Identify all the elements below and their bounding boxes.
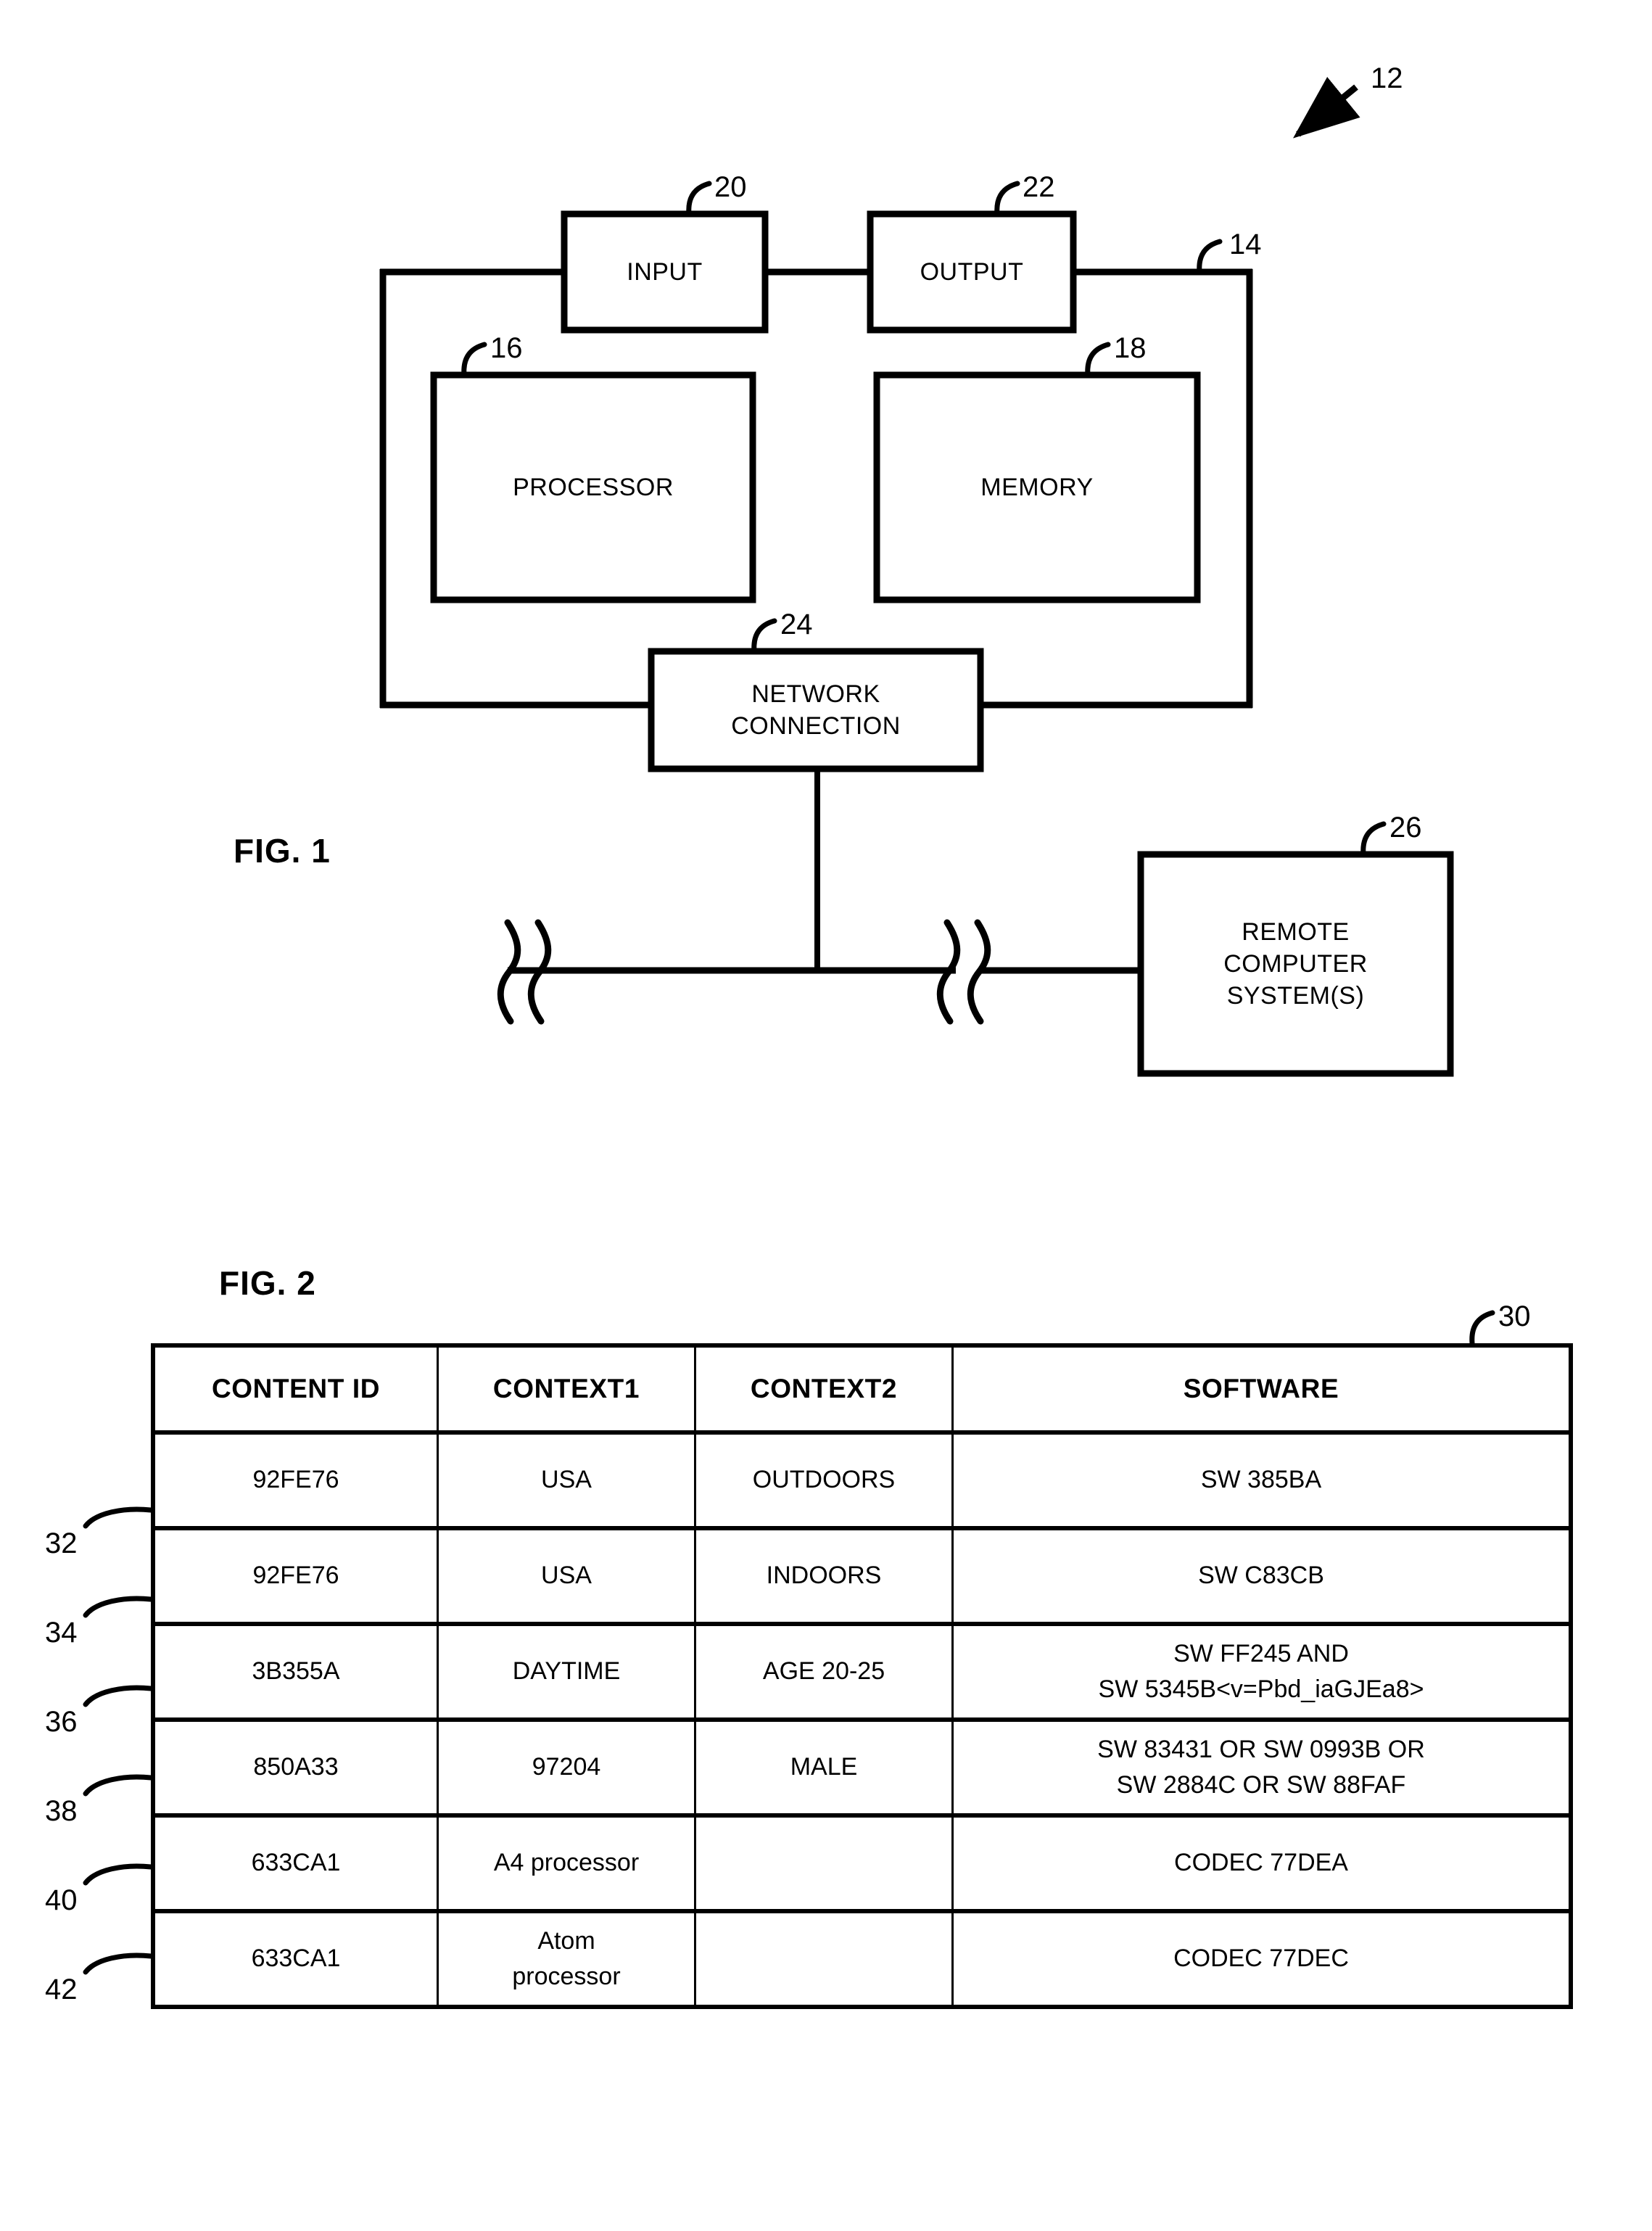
table-row: 3B355A DAYTIME AGE 20-25 SW FF245 AND SW… bbox=[151, 1622, 1573, 1721]
ref-numeral-20: 20 bbox=[714, 171, 747, 203]
break-squiggle-right bbox=[936, 919, 991, 1025]
table-row: 633CA1 A4 processor CODEC 77DEA bbox=[151, 1813, 1573, 1913]
figure-2-caption: FIG. 2 bbox=[219, 1264, 316, 1302]
break-squiggle-left bbox=[497, 919, 552, 1025]
cell-software: SW 83431 OR SW 0993B OR SW 2884C OR SW 8… bbox=[951, 1717, 1573, 1817]
input-block-label: INPUT bbox=[627, 257, 703, 286]
table-row: 633CA1 Atom processor CODEC 77DEC bbox=[151, 1909, 1573, 2009]
ref-numeral-26: 26 bbox=[1389, 812, 1422, 844]
ref-numeral-16: 16 bbox=[490, 332, 523, 364]
cell-software: CODEC 77DEA bbox=[951, 1813, 1573, 1913]
table-row: 92FE76 USA INDOORS SW C83CB bbox=[151, 1526, 1573, 1625]
cell-content-id: 850A33 bbox=[151, 1717, 439, 1817]
cell-content-id: 633CA1 bbox=[151, 1813, 439, 1913]
processor-block-label: PROCESSOR bbox=[513, 473, 674, 501]
cell-context2: AGE 20-25 bbox=[694, 1622, 954, 1721]
ref-numeral-42: 42 bbox=[45, 1974, 78, 2005]
memory-block-label: MEMORY bbox=[980, 473, 1094, 501]
cell-context1: USA bbox=[437, 1526, 696, 1625]
cell-content-id: 92FE76 bbox=[151, 1430, 439, 1530]
ref-numeral-36: 36 bbox=[45, 1706, 78, 1738]
cell-context1: DAYTIME bbox=[437, 1622, 696, 1721]
ref-numeral-24: 24 bbox=[780, 609, 813, 640]
ref-numeral-34: 34 bbox=[45, 1617, 78, 1649]
content-software-mapping-table: CONTENT ID CONTEXT1 CONTEXT2 SOFTWARE 92… bbox=[151, 1343, 1573, 2009]
cell-context2 bbox=[694, 1909, 954, 2009]
cell-context1: 97204 bbox=[437, 1717, 696, 1817]
ref-numeral-22: 22 bbox=[1023, 171, 1055, 203]
leader-lines-rows bbox=[83, 1506, 154, 1975]
cell-context1: USA bbox=[437, 1430, 696, 1530]
cell-context2: INDOORS bbox=[694, 1526, 954, 1625]
table-header-row: CONTENT ID CONTEXT1 CONTEXT2 SOFTWARE bbox=[151, 1343, 1573, 1435]
cell-software: SW C83CB bbox=[951, 1526, 1573, 1625]
cell-context2: MALE bbox=[694, 1717, 954, 1817]
cell-software: SW 385BA bbox=[951, 1430, 1573, 1530]
ref-numeral-12: 12 bbox=[1371, 62, 1403, 94]
ref-numeral-38: 38 bbox=[45, 1795, 78, 1827]
table-header: CONTENT ID CONTEXT1 CONTEXT2 SOFTWARE bbox=[151, 1343, 1573, 1435]
cell-context2 bbox=[694, 1813, 954, 1913]
patent-drawing-sheet: INPUT OUTPUT PROCESSOR MEMORY NETWORK CO… bbox=[0, 0, 1652, 2231]
column-header-context2: CONTEXT2 bbox=[694, 1343, 954, 1435]
cell-context1: Atom processor bbox=[437, 1909, 696, 2009]
remote-computer-system-block-label: REMOTE COMPUTER SYSTEM(S) bbox=[1223, 917, 1368, 1010]
ref-numeral-30: 30 bbox=[1498, 1300, 1531, 1332]
column-header-software: SOFTWARE bbox=[951, 1343, 1573, 1435]
output-block-label: OUTPUT bbox=[920, 257, 1024, 286]
column-header-content-id: CONTENT ID bbox=[151, 1343, 439, 1435]
cell-software: CODEC 77DEC bbox=[951, 1909, 1573, 2009]
figure-1-caption: FIG. 1 bbox=[234, 832, 331, 870]
cell-software: SW FF245 AND SW 5345B<v=Pbd_iaGJEa8> bbox=[951, 1622, 1573, 1721]
network-connection-block-label: NETWORK CONNECTION bbox=[731, 680, 901, 740]
ref-numeral-32: 32 bbox=[45, 1527, 78, 1559]
cell-context2: OUTDOORS bbox=[694, 1430, 954, 1530]
cell-content-id: 3B355A bbox=[151, 1622, 439, 1721]
bus-lines bbox=[508, 769, 1141, 974]
cell-content-id: 92FE76 bbox=[151, 1526, 439, 1625]
fig2-table: CONTENT ID CONTEXT1 CONTEXT2 SOFTWARE 92… bbox=[151, 1343, 1573, 2009]
cell-content-id: 633CA1 bbox=[151, 1909, 439, 2009]
table-row: 850A33 97204 MALE SW 83431 OR SW 0993B O… bbox=[151, 1717, 1573, 1817]
leader-line-table bbox=[1469, 1310, 1495, 1346]
ref-numeral-14: 14 bbox=[1229, 228, 1262, 260]
table-body: 92FE76 USA OUTDOORS SW 385BA 92FE76 USA … bbox=[151, 1430, 1573, 2009]
ref-numeral-18: 18 bbox=[1114, 332, 1147, 364]
table-row: 92FE76 USA OUTDOORS SW 385BA bbox=[151, 1430, 1573, 1530]
system-ref-arrow bbox=[1293, 76, 1360, 139]
ref-numeral-40: 40 bbox=[45, 1884, 78, 1916]
cell-context1: A4 processor bbox=[437, 1813, 696, 1913]
column-header-context1: CONTEXT1 bbox=[437, 1343, 696, 1435]
